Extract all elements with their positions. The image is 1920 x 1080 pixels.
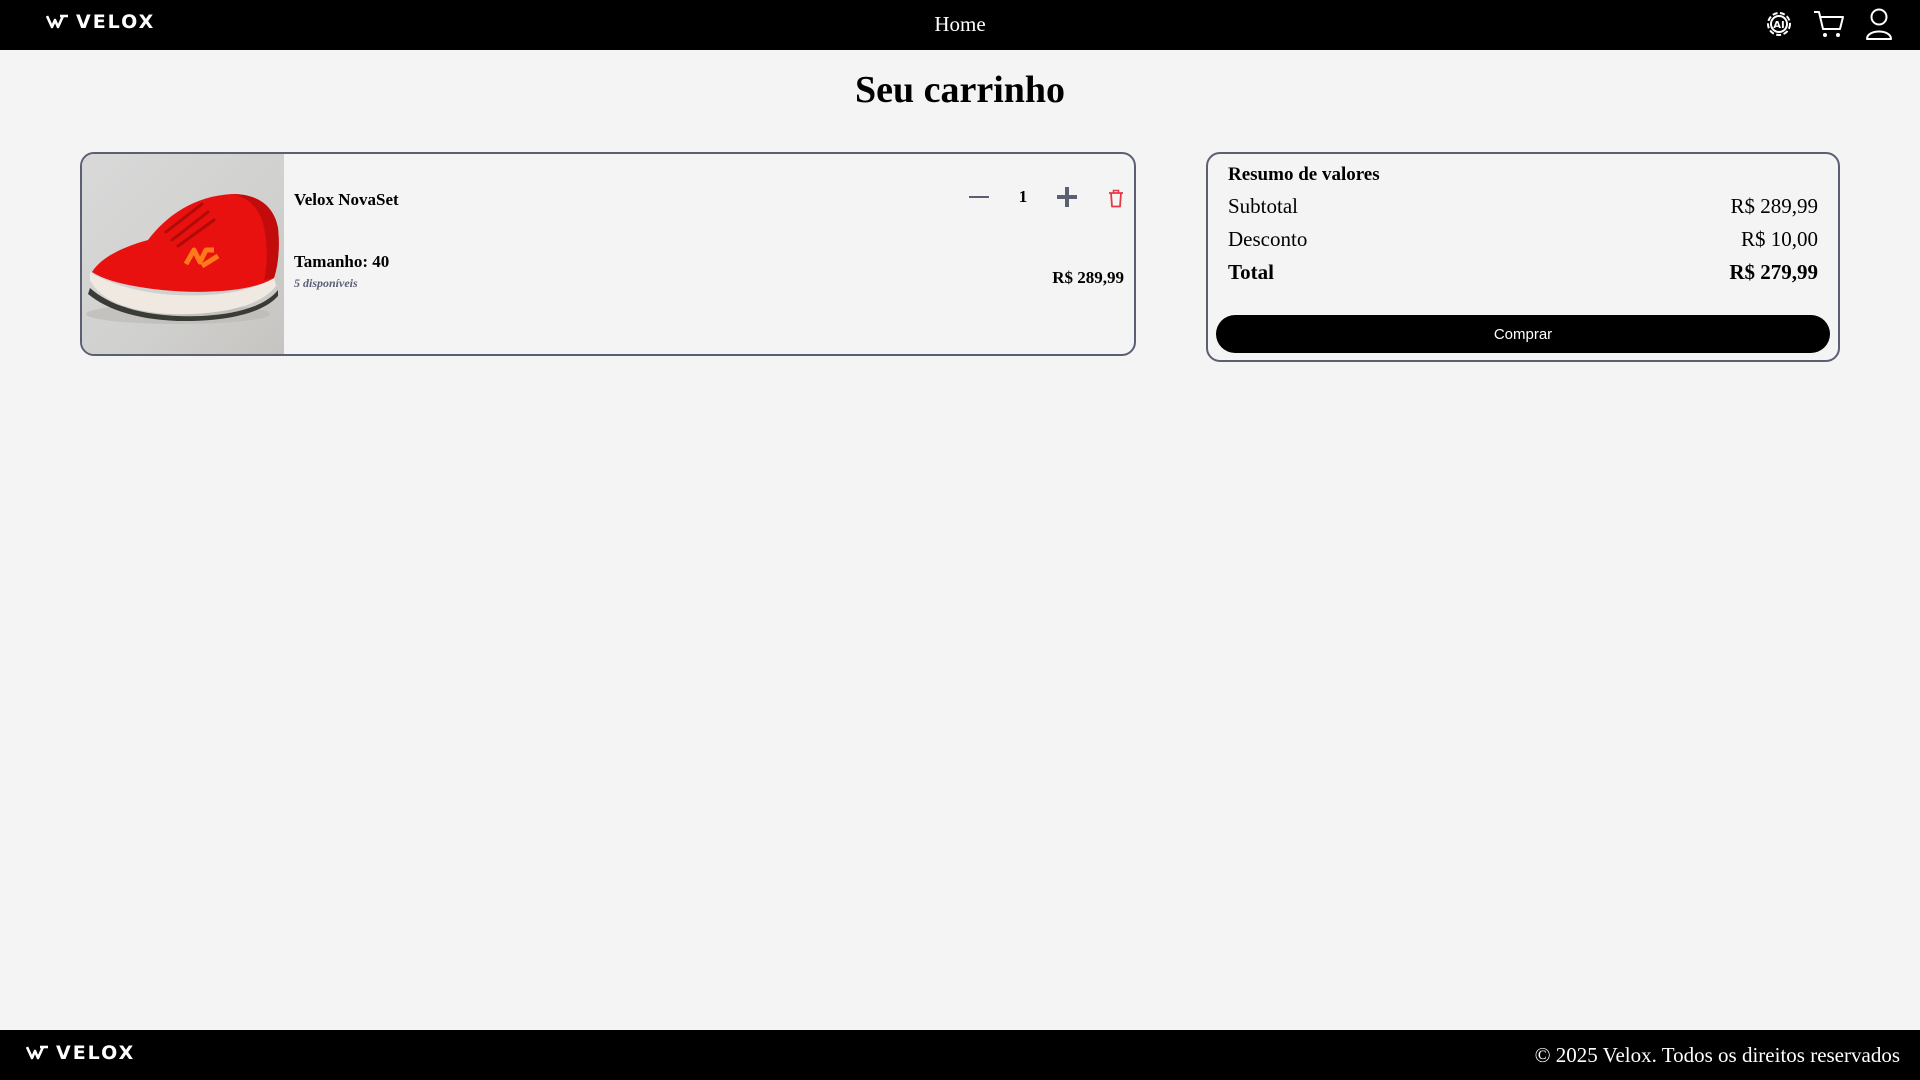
shoe-image-icon [86,194,279,324]
subtotal-label: Subtotal [1228,194,1299,218]
total-label: Total [1228,260,1274,284]
decrease-quantity-button[interactable] [962,180,996,214]
cart-item-card: Velox NovaSet Tamanho: 40 5 disponíveis … [80,152,1136,356]
cart-icon [1814,11,1844,37]
discount-label: Desconto [1228,227,1308,251]
settings-icon: AI [1767,12,1791,36]
header-brand-text: VELOX [76,11,156,33]
increase-quantity-button[interactable] [1050,180,1084,214]
product-size: Tamanho: 40 [294,252,390,271]
discount-value: R$ 10,00 [1740,227,1818,251]
header-icons: AI [1762,7,1896,41]
copyright-text: © 2025 Velox. Todos os direitos reservad… [1534,1043,1900,1067]
svg-text:AI: AI [1773,20,1784,31]
summary-title: Resumo de valores [1228,164,1380,185]
footer: VELOX © 2025 Velox. Todos os direitos re… [0,1030,1920,1080]
total-value: R$ 279,99 [1729,260,1818,284]
header-logo[interactable]: VELOX [46,11,155,33]
quantity-value: 1 [1018,187,1028,206]
minus-icon [969,196,989,198]
footer-brand-text: VELOX [56,1042,136,1064]
order-summary: Resumo de valores Subtotal R$ 289,99 Des… [1206,152,1840,362]
user-icon [1866,8,1892,40]
product-name[interactable]: Velox NovaSet [294,190,399,210]
footer-logo[interactable]: VELOX [26,1042,135,1064]
velox-logo-icon [26,1045,48,1060]
quantity-stepper: 1 [962,180,1084,214]
settings-button[interactable]: AI [1762,7,1796,41]
trash-icon [1109,189,1123,207]
total-row: Total R$ 279,99 [1228,260,1818,285]
remove-item-button[interactable] [1104,186,1128,210]
user-button[interactable] [1862,7,1896,41]
nav-home-link[interactable]: Home [900,12,1020,37]
discount-row: Desconto R$ 10,00 [1228,227,1818,252]
buy-button[interactable]: Comprar [1216,315,1830,353]
product-image[interactable] [82,154,284,354]
product-stock: 5 disponíveis [294,276,358,290]
subtotal-value: R$ 289,99 [1730,194,1818,218]
velox-logo-icon [46,14,68,29]
subtotal-row: Subtotal R$ 289,99 [1228,194,1818,219]
plus-icon [1057,187,1077,207]
item-price: R$ 289,99 [1052,268,1124,287]
page-title: Seu carrinho [854,69,1066,111]
top-navbar: VELOX Home AI [0,0,1920,50]
cart-button[interactable] [1812,7,1846,41]
